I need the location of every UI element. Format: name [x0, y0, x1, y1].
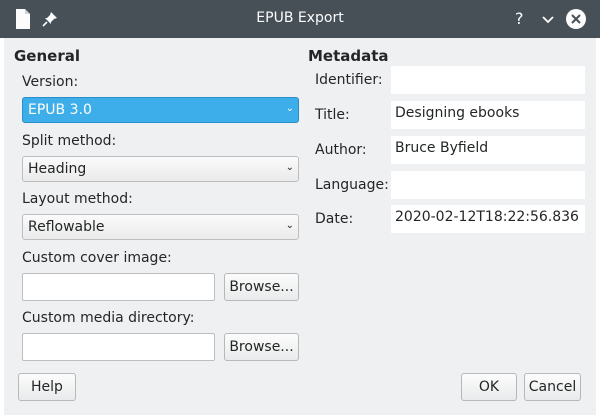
title-input[interactable]: Designing ebooks [391, 101, 585, 129]
version-label: Version: [22, 74, 79, 90]
language-input[interactable] [391, 171, 585, 199]
chevron-down-icon: ⌄ [285, 220, 294, 231]
layout-method-label: Layout method: [22, 191, 133, 207]
chevron-down-icon: ⌄ [285, 103, 294, 114]
split-method-label: Split method: [22, 133, 117, 149]
close-icon[interactable] [565, 8, 587, 34]
version-value: EPUB 3.0 [28, 102, 92, 118]
title-label: Title: [315, 107, 350, 123]
cover-image-label: Custom cover image: [22, 250, 172, 266]
layout-method-select[interactable]: Reflowable ⌄ [22, 214, 299, 240]
help-button[interactable]: Help [18, 373, 76, 401]
media-directory-input[interactable] [22, 333, 215, 361]
title-bar: EPUB Export ? [0, 0, 600, 38]
author-input[interactable]: Bruce Byfield [391, 136, 585, 164]
language-label: Language: [315, 177, 389, 193]
cover-image-input[interactable] [22, 273, 215, 301]
help-icon[interactable]: ? [515, 9, 524, 28]
media-directory-label: Custom media directory: [22, 310, 195, 326]
split-method-value: Heading [28, 161, 87, 177]
author-label: Author: [315, 142, 367, 158]
identifier-input[interactable] [391, 66, 585, 94]
metadata-heading: Metadata [308, 47, 389, 65]
ok-button[interactable]: OK [461, 373, 517, 401]
chevron-down-icon[interactable] [541, 12, 555, 31]
chevron-down-icon: ⌄ [285, 162, 294, 173]
window-title: EPUB Export [256, 10, 344, 26]
epub-export-dialog: EPUB Export ? General Version: EPUB 3.0 … [0, 0, 600, 419]
date-label: Date: [315, 211, 354, 227]
identifier-label: Identifier: [315, 72, 383, 88]
layout-method-value: Reflowable [28, 219, 105, 235]
cancel-button[interactable]: Cancel [524, 373, 581, 401]
date-input[interactable]: 2020-02-12T18:22:56.836 [391, 205, 585, 233]
general-heading: General [14, 47, 80, 65]
media-browse-button[interactable]: Browse... [224, 333, 299, 361]
cover-browse-button[interactable]: Browse... [224, 273, 299, 301]
version-select[interactable]: EPUB 3.0 ⌄ [22, 97, 299, 123]
split-method-select[interactable]: Heading ⌄ [22, 156, 299, 182]
